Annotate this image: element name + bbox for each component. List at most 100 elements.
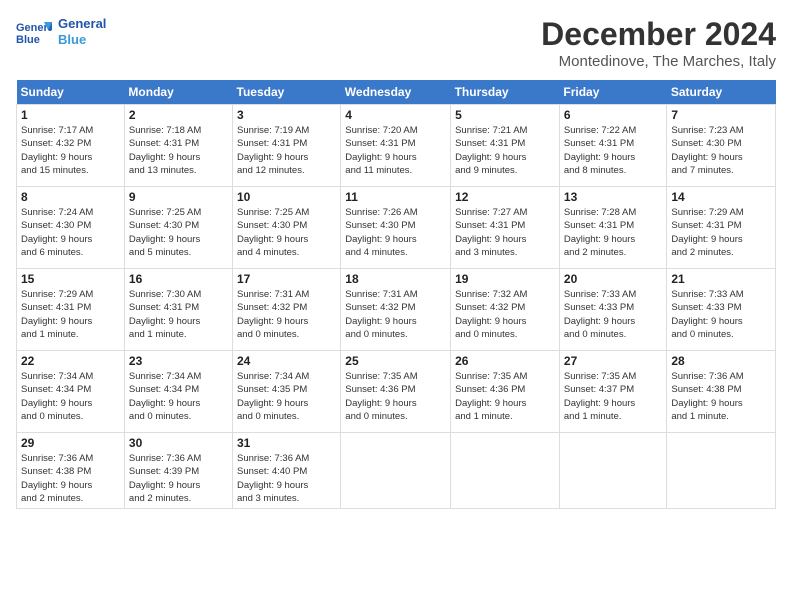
- day-number: 14: [671, 190, 771, 204]
- header-friday: Friday: [559, 80, 666, 105]
- day-info: Sunrise: 7:33 AM Sunset: 4:33 PM Dayligh…: [671, 288, 771, 341]
- calendar-cell: 7Sunrise: 7:23 AM Sunset: 4:30 PM Daylig…: [667, 105, 776, 187]
- calendar-cell: 26 Sunrise: 7:35 AM Sunset: 4:36 PM Dayli…: [451, 351, 560, 433]
- day-info: Sunrise: 7:36 AM Sunset: 4:38 PM Dayligh…: [21, 452, 120, 505]
- calendar-cell: [667, 433, 776, 509]
- day-info: Sunrise: 7:34 AM Sunset: 4:34 PM Dayligh…: [129, 370, 228, 423]
- day-info: Sunrise: 7:30 AM Sunset: 4:31 PM Dayligh…: [129, 288, 228, 341]
- calendar-week-2: 8 Sunrise: 7:24 AM Sunset: 4:30 PM Daylig…: [17, 187, 776, 269]
- day-number: 30: [129, 436, 228, 450]
- calendar-cell: 23 Sunrise: 7:34 AM Sunset: 4:34 PM Dayli…: [124, 351, 232, 433]
- calendar-cell: 18 Sunrise: 7:31 AM Sunset: 4:32 PM Dayli…: [341, 269, 451, 351]
- day-number: 21: [671, 272, 771, 286]
- day-info: Sunrise: 7:20 AM Sunset: 4:31 PM Dayligh…: [345, 124, 446, 177]
- calendar-cell: 24Sunrise: 7:34 AM Sunset: 4:35 PM Dayli…: [233, 351, 341, 433]
- day-number: 9: [129, 190, 228, 204]
- day-info: Sunrise: 7:36 AM Sunset: 4:39 PM Dayligh…: [129, 452, 228, 505]
- calendar-cell: 20 Sunrise: 7:33 AM Sunset: 4:33 PM Dayli…: [559, 269, 666, 351]
- calendar-cell: 21 Sunrise: 7:33 AM Sunset: 4:33 PM Dayli…: [667, 269, 776, 351]
- day-number: 12: [455, 190, 555, 204]
- day-number: 16: [129, 272, 228, 286]
- calendar-cell: 25 Sunrise: 7:35 AM Sunset: 4:36 PM Dayli…: [341, 351, 451, 433]
- page-container: General Blue General Blue December 2024 …: [0, 0, 792, 517]
- day-info: Sunrise: 7:25 AM Sunset: 4:30 PM Dayligh…: [237, 206, 336, 259]
- day-number: 29: [21, 436, 120, 450]
- day-info: Sunrise: 7:34 AM Sunset: 4:35 PM Dayligh…: [237, 370, 336, 423]
- day-info: Sunrise: 7:21 AM Sunset: 4:31 PM Dayligh…: [455, 124, 555, 177]
- location-title: Montedinove, The Marches, Italy: [541, 53, 776, 70]
- day-info: Sunrise: 7:17 AM Sunset: 4:32 PM Dayligh…: [21, 124, 120, 177]
- calendar-cell: 12 Sunrise: 7:27 AM Sunset: 4:31 PM Dayli…: [451, 187, 560, 269]
- day-info: Sunrise: 7:26 AM Sunset: 4:30 PM Dayligh…: [345, 206, 446, 259]
- calendar-header-row: Sunday Monday Tuesday Wednesday Thursday…: [17, 80, 776, 105]
- day-info: Sunrise: 7:33 AM Sunset: 4:33 PM Dayligh…: [564, 288, 662, 341]
- day-number: 4: [345, 108, 446, 122]
- day-number: 11: [345, 190, 446, 204]
- calendar-cell: 8 Sunrise: 7:24 AM Sunset: 4:30 PM Daylig…: [17, 187, 125, 269]
- day-info: Sunrise: 7:25 AM Sunset: 4:30 PM Dayligh…: [129, 206, 228, 259]
- day-info: Sunrise: 7:29 AM Sunset: 4:31 PM Dayligh…: [21, 288, 120, 341]
- calendar-cell: 10Sunrise: 7:25 AM Sunset: 4:30 PM Dayli…: [233, 187, 341, 269]
- day-number: 5: [455, 108, 555, 122]
- calendar-cell: 13Sunrise: 7:28 AM Sunset: 4:31 PM Dayli…: [559, 187, 666, 269]
- day-info: Sunrise: 7:19 AM Sunset: 4:31 PM Dayligh…: [237, 124, 336, 177]
- calendar-cell: 17Sunrise: 7:31 AM Sunset: 4:32 PM Dayli…: [233, 269, 341, 351]
- day-number: 15: [21, 272, 120, 286]
- day-number: 26: [455, 354, 555, 368]
- header-saturday: Saturday: [667, 80, 776, 105]
- calendar-cell: [559, 433, 666, 509]
- day-info: Sunrise: 7:31 AM Sunset: 4:32 PM Dayligh…: [345, 288, 446, 341]
- day-number: 25: [345, 354, 446, 368]
- calendar-cell: 11 Sunrise: 7:26 AM Sunset: 4:30 PM Dayli…: [341, 187, 451, 269]
- header-tuesday: Tuesday: [233, 80, 341, 105]
- day-info: Sunrise: 7:34 AM Sunset: 4:34 PM Dayligh…: [21, 370, 120, 423]
- logo-line2: Blue: [58, 32, 106, 48]
- calendar-cell: 3 Sunrise: 7:19 AM Sunset: 4:31 PM Daylig…: [233, 105, 341, 187]
- header-wednesday: Wednesday: [341, 80, 451, 105]
- month-title: December 2024: [541, 16, 776, 53]
- calendar-table: Sunday Monday Tuesday Wednesday Thursday…: [16, 80, 776, 509]
- calendar-cell: 14Sunrise: 7:29 AM Sunset: 4:31 PM Dayli…: [667, 187, 776, 269]
- title-block: December 2024 Montedinove, The Marches, …: [541, 16, 776, 70]
- calendar-cell: 5 Sunrise: 7:21 AM Sunset: 4:31 PM Daylig…: [451, 105, 560, 187]
- day-number: 18: [345, 272, 446, 286]
- day-number: 27: [564, 354, 662, 368]
- day-info: Sunrise: 7:32 AM Sunset: 4:32 PM Dayligh…: [455, 288, 555, 341]
- logo-line1: General: [58, 16, 106, 32]
- header-thursday: Thursday: [451, 80, 560, 105]
- day-number: 6: [564, 108, 662, 122]
- day-number: 3: [237, 108, 336, 122]
- svg-text:Blue: Blue: [16, 34, 40, 46]
- day-number: 22: [21, 354, 120, 368]
- day-info: Sunrise: 7:27 AM Sunset: 4:31 PM Dayligh…: [455, 206, 555, 259]
- header-sunday: Sunday: [17, 80, 125, 105]
- calendar-cell: 27Sunrise: 7:35 AM Sunset: 4:37 PM Dayli…: [559, 351, 666, 433]
- day-info: Sunrise: 7:35 AM Sunset: 4:36 PM Dayligh…: [345, 370, 446, 423]
- calendar-cell: 22 Sunrise: 7:34 AM Sunset: 4:34 PM Dayli…: [17, 351, 125, 433]
- day-number: 31: [237, 436, 336, 450]
- day-number: 23: [129, 354, 228, 368]
- day-info: Sunrise: 7:31 AM Sunset: 4:32 PM Dayligh…: [237, 288, 336, 341]
- calendar-cell: 28Sunrise: 7:36 AM Sunset: 4:38 PM Dayli…: [667, 351, 776, 433]
- calendar-cell: 4 Sunrise: 7:20 AM Sunset: 4:31 PM Daylig…: [341, 105, 451, 187]
- day-number: 28: [671, 354, 771, 368]
- calendar-cell: 15 Sunrise: 7:29 AM Sunset: 4:31 PM Dayli…: [17, 269, 125, 351]
- day-info: Sunrise: 7:24 AM Sunset: 4:30 PM Dayligh…: [21, 206, 120, 259]
- day-number: 1: [21, 108, 120, 122]
- day-number: 8: [21, 190, 120, 204]
- calendar-cell: [451, 433, 560, 509]
- day-number: 13: [564, 190, 662, 204]
- day-number: 19: [455, 272, 555, 286]
- day-number: 20: [564, 272, 662, 286]
- calendar-cell: 19 Sunrise: 7:32 AM Sunset: 4:32 PM Dayli…: [451, 269, 560, 351]
- calendar-cell: 16 Sunrise: 7:30 AM Sunset: 4:31 PM Dayli…: [124, 269, 232, 351]
- day-info: Sunrise: 7:35 AM Sunset: 4:36 PM Dayligh…: [455, 370, 555, 423]
- calendar-cell: 29 Sunrise: 7:36 AM Sunset: 4:38 PM Dayli…: [17, 433, 125, 509]
- calendar-cell: 1 Sunrise: 7:17 AM Sunset: 4:32 PM Daylig…: [17, 105, 125, 187]
- calendar-week-3: 15 Sunrise: 7:29 AM Sunset: 4:31 PM Dayli…: [17, 269, 776, 351]
- day-number: 7: [671, 108, 771, 122]
- header-monday: Monday: [124, 80, 232, 105]
- logo: General Blue General Blue: [16, 16, 106, 47]
- calendar-cell: 2Sunrise: 7:18 AM Sunset: 4:31 PM Daylig…: [124, 105, 232, 187]
- day-number: 2: [129, 108, 228, 122]
